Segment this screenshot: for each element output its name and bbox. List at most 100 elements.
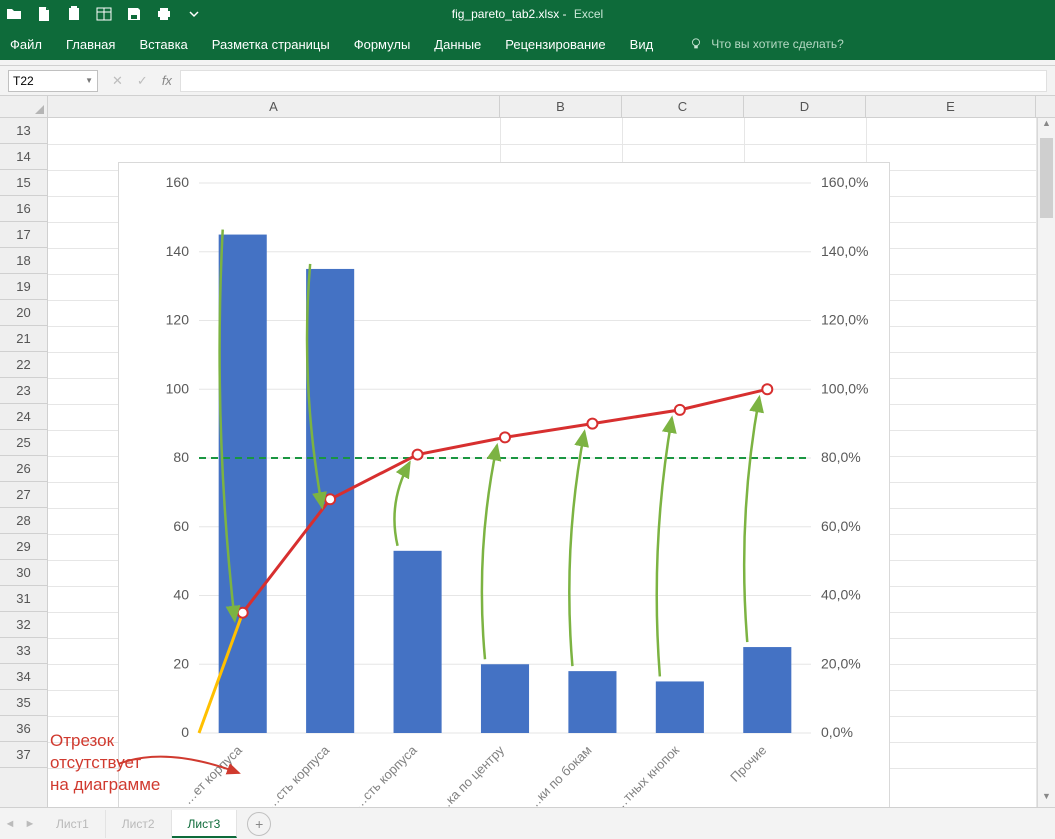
svg-text:60,0%: 60,0% <box>821 518 861 534</box>
file-open-icon[interactable] <box>6 6 22 22</box>
title-bar: fig_pareto_tab2.xlsx - Excel <box>0 0 1055 28</box>
add-sheet-button[interactable]: + <box>247 812 271 836</box>
row-header[interactable]: 26 <box>0 456 47 482</box>
svg-text:…сть корпуса: …сть корпуса <box>350 742 420 812</box>
row-header[interactable]: 25 <box>0 430 47 456</box>
row-header[interactable]: 36 <box>0 716 47 742</box>
fx-label[interactable]: fx <box>162 73 172 88</box>
svg-text:40: 40 <box>173 587 189 603</box>
sheet-tab-bar: ◄ ► Лист1 Лист2 Лист3 + <box>0 807 1055 839</box>
quick-access-toolbar <box>6 6 202 22</box>
row-header[interactable]: 24 <box>0 404 47 430</box>
row-header[interactable]: 16 <box>0 196 47 222</box>
svg-text:100: 100 <box>166 380 190 396</box>
bulb-icon <box>689 37 703 51</box>
svg-text:100,0%: 100,0% <box>821 380 868 396</box>
sheet-nav-prev-icon[interactable]: ◄ <box>0 818 20 830</box>
row-header[interactable]: 37 <box>0 742 47 768</box>
row-header[interactable]: 15 <box>0 170 47 196</box>
tab-formulas[interactable]: Формулы <box>354 37 411 52</box>
svg-text:20: 20 <box>173 655 189 671</box>
row-header[interactable]: 30 <box>0 560 47 586</box>
row-header[interactable]: 23 <box>0 378 47 404</box>
table-icon[interactable] <box>96 6 112 22</box>
formula-cancel-icon[interactable]: ✕ <box>112 73 123 89</box>
svg-text:120,0%: 120,0% <box>821 312 868 328</box>
tab-review[interactable]: Рецензирование <box>505 37 605 52</box>
row-header[interactable]: 27 <box>0 482 47 508</box>
row-header[interactable]: 22 <box>0 352 47 378</box>
col-header[interactable]: C <box>622 96 744 117</box>
tab-data[interactable]: Данные <box>434 37 481 52</box>
col-header[interactable]: E <box>866 96 1036 117</box>
qat-customize-icon[interactable] <box>186 6 202 22</box>
row-header[interactable]: 14 <box>0 144 47 170</box>
svg-text:20,0%: 20,0% <box>821 655 861 671</box>
formula-commit-icon[interactable]: ✓ <box>137 73 148 89</box>
svg-text:40,0%: 40,0% <box>821 587 861 603</box>
row-header[interactable]: 32 <box>0 612 47 638</box>
tab-file[interactable]: Файл <box>10 37 42 52</box>
svg-text:…ка по центру: …ка по центру <box>434 742 508 816</box>
tab-insert[interactable]: Вставка <box>139 37 187 52</box>
row-header[interactable]: 35 <box>0 690 47 716</box>
svg-text:160: 160 <box>166 174 190 190</box>
document-title: fig_pareto_tab2.xlsx - Excel <box>452 7 603 21</box>
svg-text:120: 120 <box>166 312 190 328</box>
sheet-tab[interactable]: Лист2 <box>106 810 172 838</box>
annotation-text: Отрезок отсутствует на диаграмме <box>50 730 160 796</box>
row-header[interactable]: 31 <box>0 586 47 612</box>
select-all-button[interactable] <box>0 96 48 117</box>
row-header[interactable]: 34 <box>0 664 47 690</box>
scroll-thumb[interactable] <box>1040 138 1053 218</box>
chart-svg: 0 0,0% 20 20,0% 40 40,0% 60 60,0% 80 80,0% 100 100,… <box>119 163 889 821</box>
row-headers: 1314151617181920212223242526272829303132… <box>0 118 48 807</box>
name-box[interactable]: T22▼ <box>8 70 98 92</box>
svg-text:60: 60 <box>173 518 189 534</box>
vertical-scrollbar[interactable]: ▲ ▼ <box>1037 118 1055 807</box>
svg-text:…сть корпуса: …сть корпуса <box>263 742 333 812</box>
row-header[interactable]: 13 <box>0 118 47 144</box>
sheet-tab[interactable]: Лист3 <box>172 810 238 838</box>
ribbon-tabs: Файл Главная Вставка Разметка страницы Ф… <box>0 28 1055 60</box>
scroll-up-icon[interactable]: ▲ <box>1038 118 1055 134</box>
row-header[interactable]: 33 <box>0 638 47 664</box>
svg-text:…ет корпуса: …ет корпуса <box>180 742 245 807</box>
svg-text:80: 80 <box>173 449 189 465</box>
svg-text:80,0%: 80,0% <box>821 449 861 465</box>
formula-input[interactable] <box>180 70 1047 92</box>
svg-text:160,0%: 160,0% <box>821 174 868 190</box>
col-header[interactable]: B <box>500 96 622 117</box>
row-header[interactable]: 17 <box>0 222 47 248</box>
svg-text:0,0%: 0,0% <box>821 724 853 740</box>
tell-me[interactable]: Что вы хотите сделать? <box>689 37 844 51</box>
col-header[interactable]: A <box>48 96 500 117</box>
sheet-tab[interactable]: Лист1 <box>40 810 106 838</box>
paste-icon[interactable] <box>66 6 82 22</box>
dropdown-icon[interactable]: ▼ <box>85 76 93 85</box>
row-header[interactable]: 28 <box>0 508 47 534</box>
sheet-nav-next-icon[interactable]: ► <box>20 818 40 830</box>
tab-home[interactable]: Главная <box>66 37 115 52</box>
tab-view[interactable]: Вид <box>630 37 654 52</box>
quick-print-icon[interactable] <box>156 6 172 22</box>
row-header[interactable]: 20 <box>0 300 47 326</box>
scroll-down-icon[interactable]: ▼ <box>1038 791 1055 807</box>
new-file-icon[interactable] <box>36 6 52 22</box>
col-header[interactable]: D <box>744 96 866 117</box>
tab-pagelayout[interactable]: Разметка страницы <box>212 37 330 52</box>
row-header[interactable]: 29 <box>0 534 47 560</box>
svg-text:140,0%: 140,0% <box>821 243 868 259</box>
pareto-chart[interactable]: 0 0,0% 20 20,0% 40 40,0% 60 60,0% 80 80,0% 100 100,… <box>118 162 890 822</box>
row-header[interactable]: 19 <box>0 274 47 300</box>
svg-text:Прочие: Прочие <box>727 743 769 785</box>
save-icon[interactable] <box>126 6 142 22</box>
svg-text:0: 0 <box>181 724 189 740</box>
svg-text:140: 140 <box>166 243 190 259</box>
formula-bar: T22▼ ✕ ✓ fx <box>0 66 1055 96</box>
row-header[interactable]: 21 <box>0 326 47 352</box>
svg-text:…тных кнопок: …тных кнопок <box>611 742 682 813</box>
svg-text:…ки по бокам: …ки по бокам <box>524 742 594 812</box>
row-header[interactable]: 18 <box>0 248 47 274</box>
column-headers: A B C D E <box>0 96 1055 118</box>
